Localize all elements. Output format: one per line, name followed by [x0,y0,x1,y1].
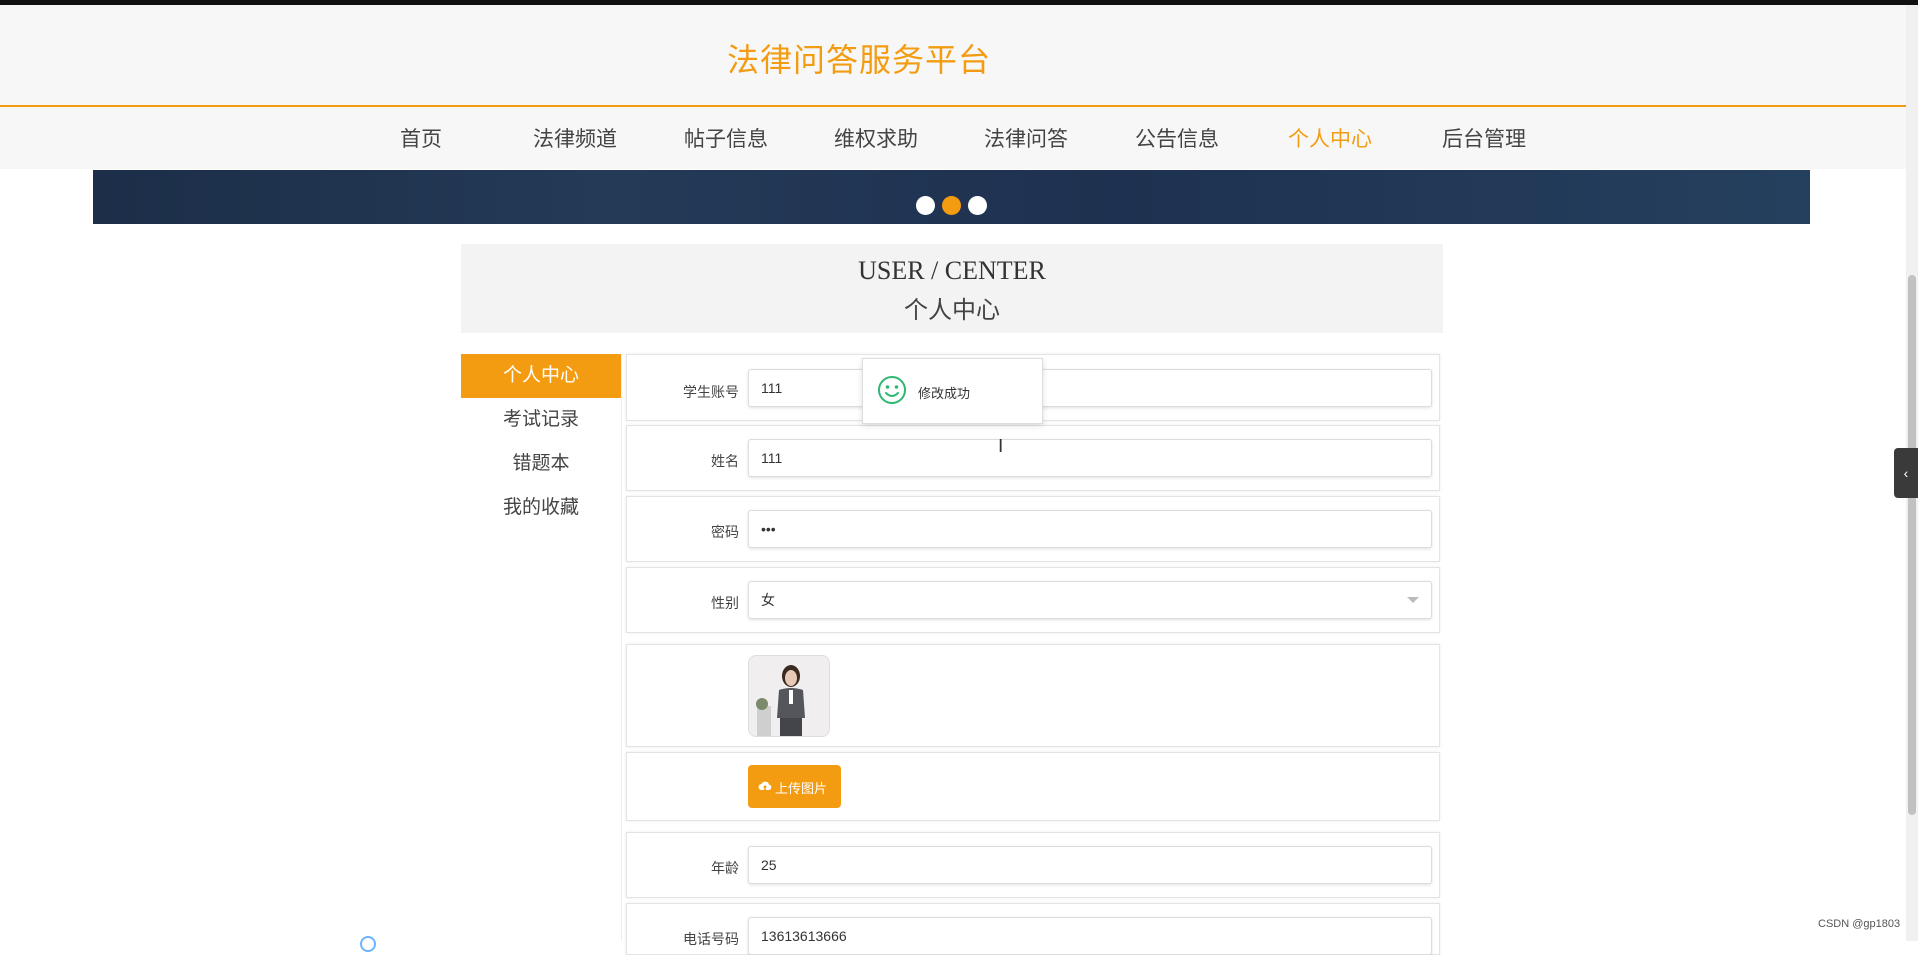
profile-form: 学生账号 111 姓名 111 密码 ••• 性别 女 上传图片 年龄 25 电… [621,354,1441,955]
scrollbar-thumb[interactable] [1908,275,1916,815]
sidebar-item-wrong-questions[interactable]: 错题本 [461,442,621,486]
form-row-avatar [626,644,1440,747]
sidebar-item-personal-center[interactable]: 个人中心 [461,354,621,398]
gender-label: 性别 [711,595,739,611]
toast-message: 修改成功 [918,386,971,401]
carousel-dot-3[interactable] [968,196,987,215]
sidebar-item-favorites[interactable]: 我的收藏 [461,486,621,530]
carousel-dot-2[interactable] [942,196,961,215]
phone-input[interactable]: 13613613666 [748,917,1432,955]
watermark: CSDN @gp1803 [1818,918,1901,930]
sidebar-item-exam-records[interactable]: 考试记录 [461,398,621,442]
password-input[interactable]: ••• [748,510,1432,548]
chevron-down-icon [1407,597,1419,603]
nav-admin[interactable]: 后台管理 [1442,123,1526,153]
nav-home[interactable]: 首页 [400,123,442,153]
age-label: 年龄 [711,860,739,876]
form-row-name: 姓名 111 [626,425,1440,491]
banner-carousel [93,170,1810,224]
form-row-age: 年龄 25 [626,832,1440,898]
floating-widget-icon[interactable] [360,936,376,952]
form-row-phone: 电话号码 13613613666 [626,903,1440,955]
user-center-title-cn: 个人中心 [904,297,1000,324]
avatar-image [748,655,830,737]
user-sidebar: 个人中心 考试记录 错题本 我的收藏 [461,354,622,941]
nav-legal-qa[interactable]: 法律问答 [984,123,1068,153]
main-nav: 首页 法律频道 帖子信息 维权求助 法律问答 公告信息 个人中心 后台管理 [0,107,1906,169]
cloud-upload-icon [758,781,772,790]
form-row-password: 密码 ••• [626,496,1440,562]
nav-personal-center[interactable]: 个人中心 [1288,123,1372,153]
nav-rights-help[interactable]: 维权求助 [834,123,918,153]
site-header: 法律问答服务平台 [0,5,1906,107]
phone-label: 电话号码 [683,931,739,947]
upload-image-button[interactable]: 上传图片 [748,765,841,808]
account-input[interactable]: 111 [748,369,1432,407]
user-center-title-en: USER / CENTER [858,256,1046,285]
account-label: 学生账号 [683,384,739,400]
gender-select[interactable]: 女 [748,581,1432,619]
smile-icon [878,376,906,404]
name-input[interactable]: 111 [748,439,1432,477]
user-center-header: USER / CENTER 个人中心 [461,244,1443,333]
age-input[interactable]: 25 [748,846,1432,884]
success-toast: 修改成功 [862,358,1043,424]
site-title: 法律问答服务平台 [727,42,992,78]
form-row-gender: 性别 女 [626,567,1440,633]
nav-posts[interactable]: 帖子信息 [684,123,768,153]
upload-button-label: 上传图片 [775,781,828,796]
text-cursor-icon: I [998,436,1004,457]
nav-announcements[interactable]: 公告信息 [1135,123,1219,153]
form-row-upload: 上传图片 [626,752,1440,821]
password-label: 密码 [711,524,739,540]
name-label: 姓名 [711,453,739,469]
chevron-left-icon[interactable]: ‹ [1894,448,1918,498]
nav-legal-channel[interactable]: 法律频道 [533,123,617,153]
carousel-dot-1[interactable] [916,196,935,215]
gender-value: 女 [761,592,775,608]
